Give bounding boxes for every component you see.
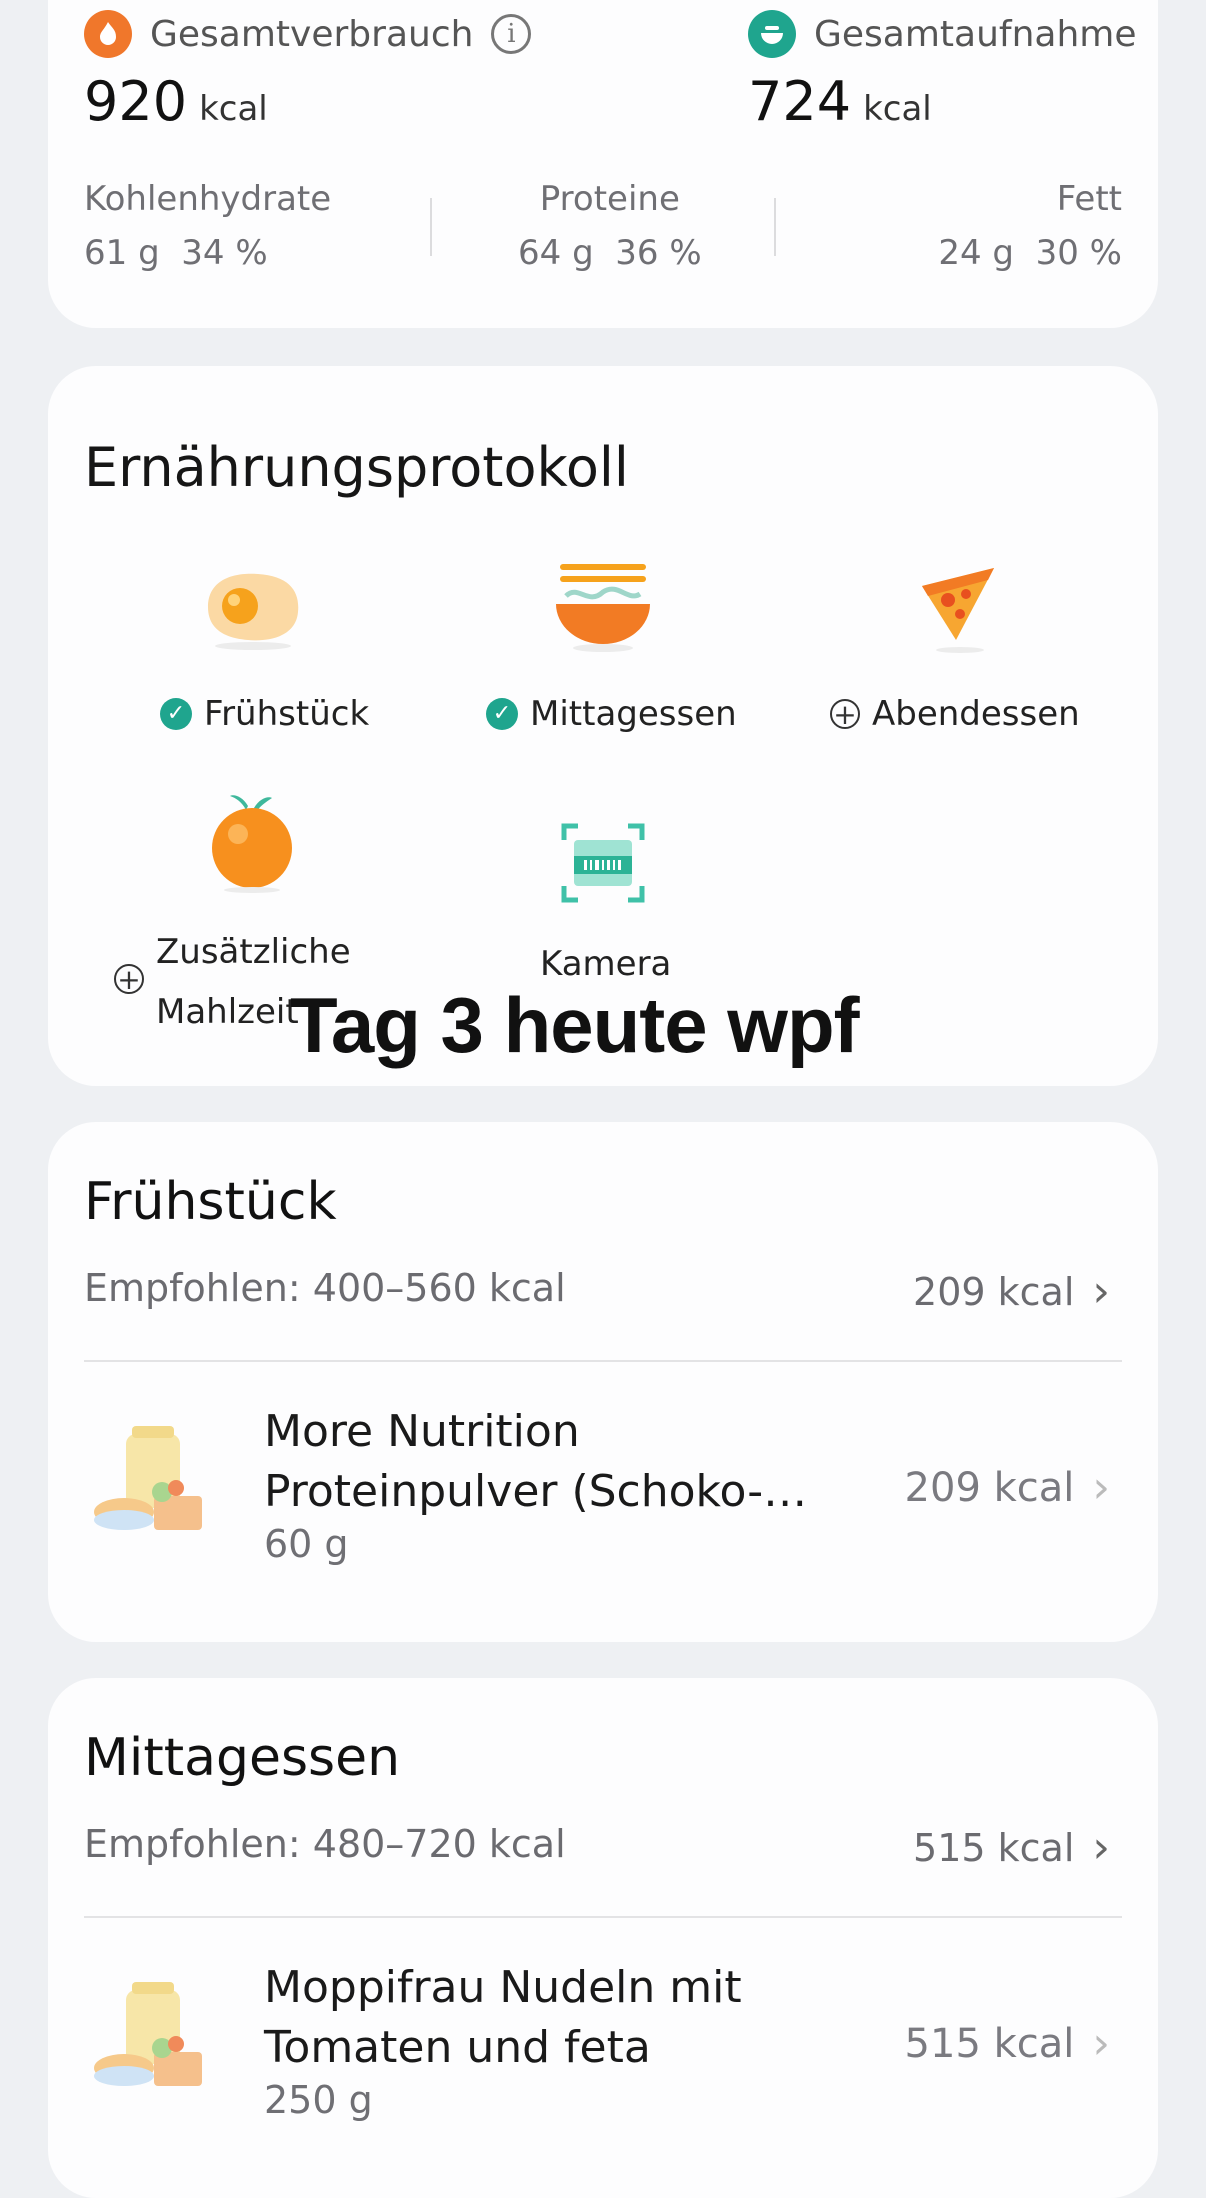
- divider: [84, 1916, 1122, 1918]
- food-name-line2: Tomaten und feta: [264, 2022, 651, 2073]
- macro-fat: Fett 24 g 30 %: [938, 172, 1122, 280]
- orange-icon: [212, 795, 292, 893]
- info-icon[interactable]: i: [491, 14, 532, 54]
- burned-header: Gesamtverbrauch i: [84, 10, 532, 58]
- macro-protein-grams: 64 g: [518, 233, 594, 273]
- breakfast-kcal-link[interactable]: 209 kcal ›: [913, 1266, 1110, 1317]
- food-name: More Nutrition Proteinpulver (Schoko-…: [264, 1402, 824, 1522]
- macro-protein-pct: 36 %: [615, 233, 702, 273]
- intake-unit: kcal: [863, 89, 932, 129]
- divider: [430, 198, 432, 256]
- breakfast-recommended: Empfohlen: 400–560 kcal: [84, 1266, 566, 1310]
- food-kcal: 515 kcal: [904, 2020, 1075, 2067]
- macro-fat-pct: 30 %: [1035, 233, 1122, 273]
- add-circle-icon: +: [114, 964, 144, 994]
- chevron-right-icon: ›: [1092, 1266, 1110, 1317]
- burned-unit: kcal: [199, 89, 268, 129]
- lunch-title: Mittagessen: [84, 1728, 401, 1788]
- macro-protein: Proteine 64 g 36 %: [518, 172, 702, 280]
- macro-carbs: Kohlenhydrate 61 g 34 %: [84, 172, 331, 280]
- breakfast-title: Frühstück: [84, 1172, 337, 1232]
- breakfast-card: Frühstück Empfohlen: 400–560 kcal 209 kc…: [48, 1122, 1158, 1642]
- lunch-kcal: 515 kcal: [913, 1825, 1075, 1870]
- burned-value-row: 920 kcal: [84, 70, 268, 133]
- food-name-line2: Proteinpulver (Schoko-…: [264, 1466, 808, 1517]
- check-icon: ✓: [486, 698, 518, 730]
- intake-value: 724: [748, 70, 852, 133]
- lunch-card: Mittagessen Empfohlen: 480–720 kcal 515 …: [48, 1678, 1158, 2198]
- divider: [774, 198, 776, 256]
- food-name: Moppifrau Nudeln mit Tomaten und feta: [264, 1958, 824, 2078]
- intake-value-row: 724 kcal: [748, 70, 932, 133]
- lunch-recommended: Empfohlen: 480–720 kcal: [84, 1822, 566, 1866]
- intake-header: Gesamtaufnahme: [748, 10, 1137, 58]
- add-circle-icon: +: [830, 699, 860, 729]
- log-title: Ernährungsprotokoll: [84, 436, 629, 499]
- food-placeholder-icon: [94, 1982, 202, 2086]
- macro-protein-name: Proteine: [539, 179, 680, 219]
- food-name-line1: Moppifrau Nudeln mit: [264, 1962, 742, 2013]
- bowl-icon: [748, 10, 796, 58]
- lunch-kcal-link[interactable]: 515 kcal ›: [913, 1822, 1110, 1873]
- macro-fat-grams: 24 g: [938, 233, 1014, 273]
- flame-icon: [84, 10, 132, 58]
- chevron-right-icon: ›: [1092, 2018, 1110, 2069]
- macro-fat-name: Fett: [1056, 179, 1122, 219]
- food-kcal: 209 kcal: [904, 1464, 1075, 1511]
- log-item-label: Kamera: [540, 944, 672, 984]
- chevron-right-icon: ›: [1092, 1822, 1110, 1873]
- macro-carbs-pct: 34 %: [181, 233, 268, 273]
- pizza-icon: [922, 568, 994, 653]
- check-icon: ✓: [160, 698, 192, 730]
- macro-carbs-name: Kohlenhydrate: [84, 179, 332, 219]
- burned-value: 920: [84, 70, 188, 133]
- log-item-label: Abendessen: [872, 694, 1080, 734]
- intake-label: Gesamtaufnahme: [814, 13, 1137, 55]
- overlay-caption: Tag 3 heute wpf: [290, 981, 860, 1069]
- food-placeholder-icon: [94, 1426, 202, 1530]
- food-amount: 250 g: [264, 2078, 373, 2122]
- breakfast-kcal: 209 kcal: [913, 1269, 1075, 1314]
- log-item-label-line1: Zusätzliche: [156, 932, 351, 972]
- log-item-label: Mittagessen: [530, 694, 737, 734]
- egg-icon: [208, 573, 299, 650]
- food-amount: 60 g: [264, 1522, 349, 1566]
- nutrition-log-card: Ernährungsprotokoll ✓ Frühstück ✓ Mittag…: [48, 366, 1158, 1086]
- chevron-right-icon: ›: [1092, 1462, 1110, 1513]
- noodle-bowl-icon: [556, 564, 650, 652]
- macro-carbs-grams: 61 g: [84, 233, 160, 273]
- food-name-line1: More Nutrition: [264, 1406, 580, 1457]
- log-item-label: Frühstück: [204, 694, 370, 734]
- barcode-scan-icon: [561, 823, 645, 903]
- divider: [84, 1360, 1122, 1362]
- burned-label: Gesamtverbrauch: [150, 13, 474, 55]
- energy-summary-card: Gesamtverbrauch i 920 kcal Gesamtaufnahm…: [48, 0, 1158, 328]
